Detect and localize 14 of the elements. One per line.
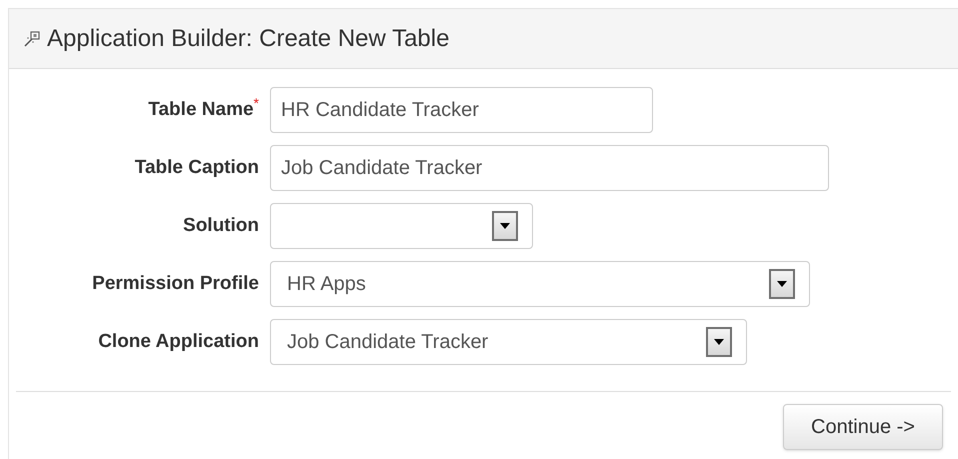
field-label: Permission Profile (91, 272, 259, 296)
field-label: Clone Application (97, 330, 259, 354)
input-field[interactable]: HR Candidate Tracker (270, 87, 653, 133)
required-asterisk: * (254, 96, 259, 110)
select-field[interactable]: HR Apps (270, 261, 810, 307)
select-field[interactable]: Job Candidate Tracker (270, 319, 747, 365)
field-label: Solution (182, 214, 259, 238)
field-label: Table Caption (134, 156, 259, 180)
field-label: Table Name (148, 98, 254, 122)
input-field[interactable]: Job Candidate Tracker (270, 145, 829, 191)
panel-title: Application Builder: Create New Table (47, 24, 450, 54)
continue-button[interactable]: Continue -> (783, 404, 943, 450)
magic-wand-icon (23, 30, 41, 48)
select-field[interactable] (270, 203, 533, 249)
